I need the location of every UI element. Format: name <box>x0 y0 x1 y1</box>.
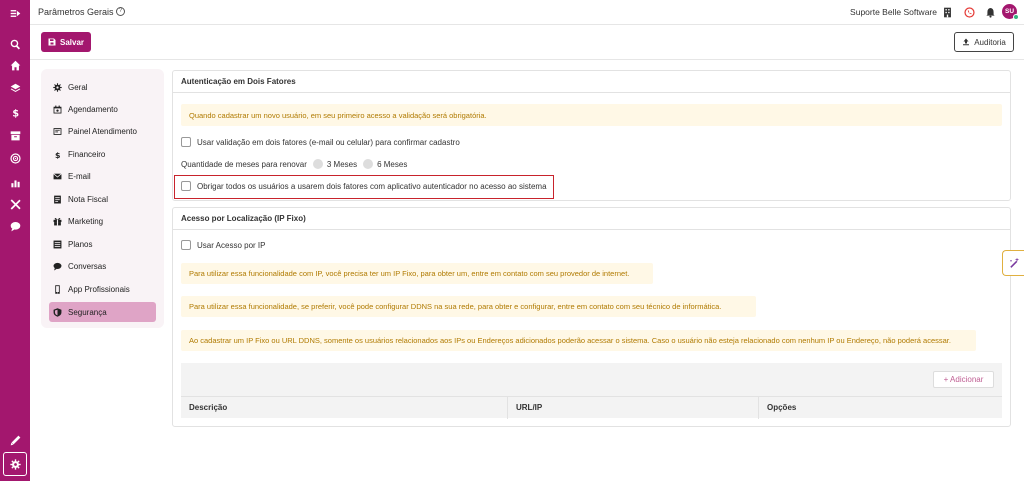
radio-3-months[interactable] <box>312 159 323 169</box>
checkbox-label: Obrigar todos os usuários a usarem dois … <box>197 181 547 191</box>
add-ip-button[interactable]: + Adicionar <box>933 371 994 388</box>
receipt-icon <box>54 195 61 203</box>
envelope-icon <box>53 172 62 179</box>
svg-text:$: $ <box>55 150 60 158</box>
svg-text:$: $ <box>12 108 19 117</box>
pencil-icon[interactable] <box>8 433 22 447</box>
phone-icon <box>55 284 60 294</box>
menu-item-label: E-mail <box>68 171 91 181</box>
shield-icon <box>53 307 62 317</box>
menu-item-label: Marketing <box>68 216 104 226</box>
chat-icon[interactable] <box>8 219 22 233</box>
menu-item-agendamento[interactable]: Agendamento <box>49 99 156 119</box>
audit-button-label: Auditoria <box>974 37 1006 47</box>
tools-icon[interactable] <box>8 197 22 211</box>
floating-assistant-tab[interactable] <box>1002 250 1024 276</box>
menu-collapse-icon[interactable] <box>8 6 22 20</box>
notice-banner: Para utilizar essa funcionalidade com IP… <box>181 263 653 284</box>
save-button[interactable]: Salvar <box>41 32 91 52</box>
menu-item-planos[interactable]: Planos <box>49 234 156 254</box>
panel-icon <box>53 127 62 135</box>
table-header: Descrição URL/IP Opções <box>181 396 1002 419</box>
layers-icon[interactable] <box>8 81 22 95</box>
radio-label: 3 Meses <box>326 159 358 169</box>
menu-item-app-profissionais[interactable]: App Profissionais <box>49 279 156 299</box>
renew-months-label: Quantidade de meses para renovar <box>181 159 307 169</box>
radio-6-months[interactable] <box>363 159 374 169</box>
menu-item-label: Financeiro <box>68 149 106 159</box>
renew-months-group: Quantidade de meses para renovar 3 Meses… <box>181 159 407 169</box>
dollar-icon: $ <box>55 150 60 158</box>
checkbox-label: Usar Acesso por IP <box>197 240 266 250</box>
search-icon[interactable] <box>8 37 22 51</box>
top-header: Parâmetros Gerais ? Suporte Belle Softwa… <box>30 0 1024 25</box>
menu-item-email[interactable]: E-mail <box>49 166 156 186</box>
radio-label: 6 Meses <box>377 159 408 169</box>
gear-icon <box>9 458 21 470</box>
menu-item-label: Planos <box>68 239 93 249</box>
column-options: Opções <box>758 397 1002 419</box>
action-bar: Salvar Auditoria <box>30 25 1024 60</box>
notice-banner: Para utilizar essa funcionalidade, se pr… <box>181 296 756 317</box>
use-ip-option[interactable]: Usar Acesso por IP <box>181 240 265 250</box>
menu-item-label: App Profissionais <box>68 284 130 294</box>
sparkle-pen-icon <box>1009 257 1019 268</box>
dollar-icon[interactable]: $ <box>8 105 22 119</box>
column-url-ip: URL/IP <box>507 397 758 419</box>
menu-item-geral[interactable]: Geral <box>49 77 156 97</box>
audit-button[interactable]: Auditoria <box>954 32 1014 52</box>
menu-item-marketing[interactable]: Marketing <box>49 211 156 231</box>
settings-button[interactable] <box>3 452 27 476</box>
menu-item-financeiro[interactable]: $ Financeiro <box>49 144 156 164</box>
menu-item-conversas[interactable]: Conversas <box>49 256 156 276</box>
settings-menu: Geral Agendamento Painel Atendimento $ F… <box>41 69 164 328</box>
building-icon[interactable] <box>941 6 953 18</box>
chat-icon <box>53 262 62 270</box>
column-description: Descrição <box>189 403 228 412</box>
gear-icon <box>53 82 62 92</box>
ip-table: + Adicionar Descrição URL/IP Opções <box>181 363 1002 419</box>
notice-banner: Quando cadastrar um novo usuário, em seu… <box>181 104 1002 126</box>
list-icon <box>53 240 62 248</box>
online-status-dot <box>1013 14 1019 20</box>
whatsapp-icon[interactable] <box>963 6 975 18</box>
notice-banner: Ao cadastrar um IP Fixo ou URL DDNS, som… <box>181 330 976 351</box>
box-icon[interactable] <box>8 128 22 142</box>
force-authenticator-checkbox[interactable] <box>181 181 191 191</box>
use-ip-checkbox[interactable] <box>181 240 191 250</box>
home-icon[interactable] <box>8 58 22 72</box>
menu-item-label: Painel Atendimento <box>68 126 137 136</box>
bell-icon[interactable] <box>984 6 996 18</box>
menu-item-label: Agendamento <box>68 104 118 114</box>
menu-item-nota-fiscal[interactable]: Nota Fiscal <box>49 189 156 209</box>
force-authenticator-option[interactable]: Obrigar todos os usuários a usarem dois … <box>181 181 547 191</box>
panel-title: Autenticação em Dois Fatores <box>173 71 1010 93</box>
menu-item-label: Geral <box>68 82 88 92</box>
menu-item-label: Conversas <box>68 261 107 271</box>
target-icon[interactable] <box>8 151 22 165</box>
checkbox-label: Usar validação em dois fatores (e-mail o… <box>197 137 460 147</box>
two-factor-validation-option[interactable]: Usar validação em dois fatores (e-mail o… <box>181 137 460 147</box>
menu-item-seguranca[interactable]: Segurança <box>49 302 156 322</box>
app-sidebar: $ <box>0 0 30 481</box>
menu-item-label: Segurança <box>68 307 107 317</box>
save-button-label: Salvar <box>59 37 85 47</box>
chart-icon[interactable] <box>8 175 22 189</box>
upload-icon <box>963 38 970 46</box>
ip-access-panel: Acesso por Localização (IP Fixo) Usar Ac… <box>172 207 1011 427</box>
company-name: Suporte Belle Software <box>850 7 937 17</box>
help-icon[interactable]: ? <box>116 7 125 16</box>
save-icon <box>48 38 56 46</box>
two-factor-panel: Autenticação em Dois Fatores Quando cada… <box>172 70 1011 201</box>
panel-title: Acesso por Localização (IP Fixo) <box>173 208 1010 230</box>
menu-item-label: Nota Fiscal <box>68 194 109 204</box>
menu-item-painel-atendimento[interactable]: Painel Atendimento <box>49 121 156 141</box>
gift-icon <box>53 217 62 225</box>
calendar-icon <box>53 105 62 113</box>
two-factor-validation-checkbox[interactable] <box>181 137 191 147</box>
page-title: Parâmetros Gerais <box>38 7 114 17</box>
